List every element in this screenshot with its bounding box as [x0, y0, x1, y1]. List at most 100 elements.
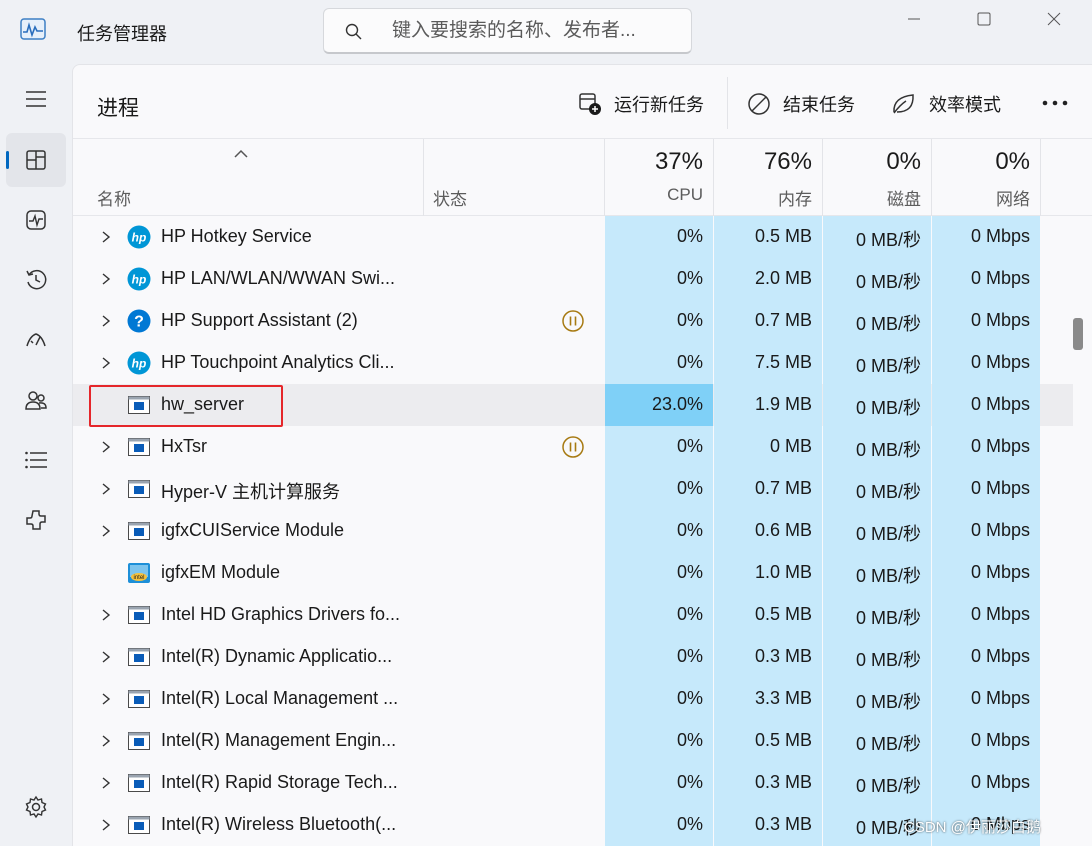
- column-network-label: 网络: [996, 190, 1030, 209]
- network-value: 0 Mbps: [970, 646, 1030, 666]
- chevron-right-icon[interactable]: [99, 229, 113, 245]
- table-row[interactable]: Intel(R) Local Management ... 0% 3.3 MB 0 M…: [73, 678, 1073, 720]
- table-row[interactable]: Intel(R) Dynamic Applicatio... 0% 0.3 MB 0 …: [73, 636, 1073, 678]
- annotation-highlight-box: [89, 385, 283, 427]
- chevron-right-icon[interactable]: [99, 313, 113, 329]
- chevron-right-icon[interactable]: [99, 733, 113, 749]
- run-new-task-button[interactable]: 运行新任务: [578, 87, 704, 121]
- disk-total-percent: 0%: [886, 148, 921, 175]
- svg-text:hp: hp: [132, 357, 147, 371]
- chevron-right-icon[interactable]: [99, 691, 113, 707]
- table-row[interactable]: hp HP LAN/WLAN/WWAN Swi... 0% 2.0 MB 0 MB/秒 0…: [73, 258, 1073, 300]
- column-header-status[interactable]: 状态: [424, 139, 604, 216]
- chevron-right-icon[interactable]: [99, 439, 113, 455]
- memory-value: 0.3 MB: [754, 772, 812, 792]
- more-options-button[interactable]: [1037, 89, 1073, 117]
- svg-text:hp: hp: [132, 231, 147, 245]
- table-row[interactable]: Intel HD Graphics Drivers fo... 0% 0.5 MB 0…: [73, 594, 1073, 636]
- network-total-percent: 0%: [995, 148, 1030, 175]
- scrollbar-thumb[interactable]: [1073, 318, 1083, 350]
- process-name: HxTsr: [161, 436, 207, 456]
- network-value: 0 Mbps: [970, 478, 1030, 498]
- chevron-right-icon[interactable]: [99, 649, 113, 665]
- efficiency-mode-button[interactable]: 效率模式: [891, 87, 1001, 121]
- details-icon: [25, 451, 47, 469]
- column-status-label: 状态: [433, 190, 467, 209]
- cpu-total-percent: 37%: [654, 148, 703, 175]
- network-value: 0 Mbps: [970, 268, 1030, 288]
- chevron-right-icon[interactable]: [99, 355, 113, 371]
- startup-icon: [26, 333, 46, 347]
- svg-text:?: ?: [134, 314, 144, 331]
- table-row[interactable]: Hyper-V 主机计算服务 0% 0.7 MB 0 MB/秒 0 Mbps: [73, 468, 1073, 510]
- nav-menu-button[interactable]: [6, 72, 66, 126]
- history-icon: [26, 269, 47, 290]
- performance-icon: [26, 210, 46, 230]
- table-row[interactable]: intel igfxEM Module 0% 1.0 MB 0 MB/秒 0 Mbps: [73, 552, 1073, 594]
- svg-text:intel: intel: [133, 575, 144, 581]
- end-task-button[interactable]: 结束任务: [747, 87, 855, 121]
- column-header-memory[interactable]: 76% 内存: [714, 139, 822, 216]
- table-row[interactable]: hp HP Touchpoint Analytics Cli... 0% 7.5 MB…: [73, 342, 1073, 384]
- disk-value: 0 MB/秒: [855, 482, 921, 502]
- table-row[interactable]: igfxCUIService Module 0% 0.6 MB 0 MB/秒 0 Mbp…: [73, 510, 1073, 552]
- nav-item-settings[interactable]: [6, 780, 66, 834]
- process-name: Intel(R) Wireless Bluetooth(...: [161, 814, 397, 834]
- disk-value: 0 MB/秒: [855, 230, 921, 250]
- table-row[interactable]: hw_server 23.0% 1.9 MB 0 MB/秒 0 Mbps: [73, 384, 1073, 427]
- disk-value: 0 MB/秒: [855, 734, 921, 754]
- disk-value: 0 MB/秒: [855, 524, 921, 544]
- memory-value: 0.7 MB: [754, 310, 812, 330]
- table-row[interactable]: hp HP Hotkey Service 0% 0.5 MB 0 MB/秒 0 Mbps: [73, 216, 1073, 258]
- intel-graphics-icon: intel: [128, 563, 150, 583]
- process-name: HP Support Assistant (2): [161, 310, 358, 330]
- disk-value: 0 MB/秒: [855, 314, 921, 334]
- column-header-network[interactable]: 0% 网络: [932, 139, 1040, 216]
- cpu-value: 0%: [676, 268, 703, 288]
- cpu-value: 0%: [676, 814, 703, 834]
- disk-value: 0 MB/秒: [855, 272, 921, 292]
- process-name: Intel(R) Dynamic Applicatio...: [161, 646, 393, 666]
- column-disk-label: 磁盘: [887, 190, 921, 209]
- table-row[interactable]: HxTsr 0% 0 MB 0 MB/秒 0 Mbps: [73, 426, 1073, 468]
- chevron-right-icon[interactable]: [99, 817, 113, 833]
- column-cpu-label: CPU: [667, 185, 703, 204]
- disk-value: 0 MB/秒: [855, 440, 921, 460]
- table-row[interactable]: Intel(R) Rapid Storage Tech... 0% 0.3 MB 0 …: [73, 762, 1073, 804]
- memory-total-percent: 76%: [763, 148, 812, 175]
- table-row[interactable]: ? HP Support Assistant (2) 0% 0.7 MB 0 MB/秒 0…: [73, 300, 1073, 342]
- nav-item-details[interactable]: [6, 433, 66, 487]
- memory-value: 0.7 MB: [754, 478, 812, 498]
- chevron-right-icon[interactable]: [99, 523, 113, 539]
- cpu-value: 0%: [676, 562, 703, 582]
- maximize-icon: [977, 12, 991, 26]
- minimize-button[interactable]: [884, 0, 944, 38]
- network-value: 0 Mbps: [970, 520, 1030, 540]
- app-window-icon: [128, 816, 150, 834]
- chevron-right-icon[interactable]: [99, 481, 113, 497]
- app-window-icon: [128, 690, 150, 708]
- nav-item-performance[interactable]: [6, 193, 66, 247]
- close-button[interactable]: [1024, 0, 1084, 38]
- memory-value: 0.5 MB: [754, 730, 812, 750]
- table-row[interactable]: Intel(R) Management Engin... 0% 0.5 MB 0 MB…: [73, 720, 1073, 762]
- column-header-disk[interactable]: 0% 磁盘: [823, 139, 931, 216]
- nav-item-startup[interactable]: [6, 313, 66, 367]
- app-window-icon: [128, 480, 150, 498]
- nav-item-services[interactable]: [6, 493, 66, 547]
- nav-item-app-history[interactable]: [6, 253, 66, 307]
- chevron-right-icon[interactable]: [99, 271, 113, 287]
- maximize-button[interactable]: [954, 0, 1014, 38]
- cpu-value: 0%: [676, 730, 703, 750]
- processes-panel: 进程 运行新任务 结束任务 效率模式 名称 状态 37% CPU 76% 内存 …: [72, 64, 1092, 846]
- network-value: 0 Mbps: [970, 310, 1030, 330]
- nav-item-processes[interactable]: [6, 133, 66, 187]
- close-icon: [1047, 12, 1061, 26]
- column-header-cpu[interactable]: 37% CPU: [605, 139, 713, 216]
- chevron-right-icon[interactable]: [99, 607, 113, 623]
- nav-item-users[interactable]: [6, 373, 66, 427]
- column-header-name[interactable]: 名称: [73, 139, 423, 216]
- chevron-right-icon[interactable]: [99, 775, 113, 791]
- search-box[interactable]: [323, 8, 692, 54]
- search-input[interactable]: [392, 17, 682, 45]
